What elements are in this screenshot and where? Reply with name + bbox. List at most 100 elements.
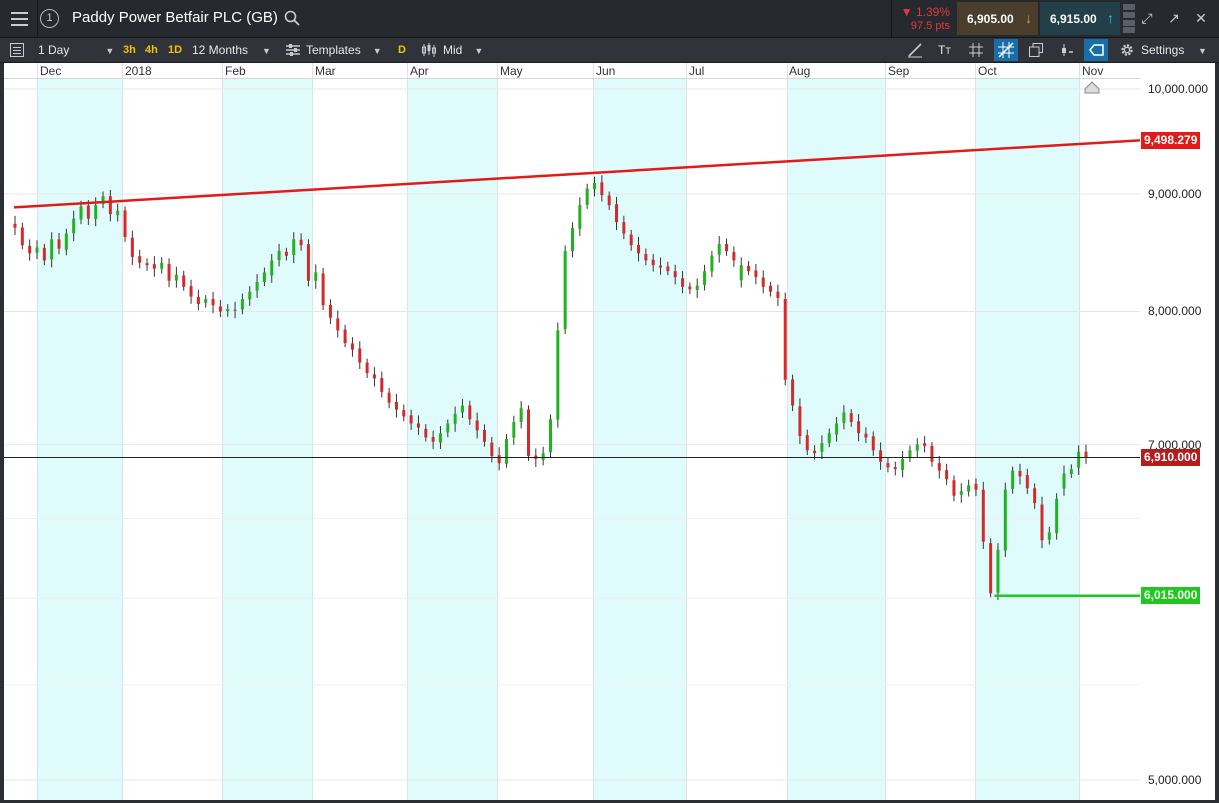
candle-body-down: [813, 450, 817, 454]
price-axis-label: 5,000.000: [1148, 773, 1202, 787]
candle-body-down: [659, 265, 663, 268]
candle: [218, 299, 222, 318]
candle-body-up: [1047, 532, 1051, 540]
month-label-may: May: [500, 64, 523, 78]
candle-body-down: [380, 378, 384, 392]
candle-body-down: [86, 205, 90, 219]
candle-body-up: [717, 244, 721, 255]
panel-number-badge[interactable]: 1: [40, 9, 59, 28]
candle-body-up: [549, 419, 552, 453]
candle-body-down: [497, 455, 501, 464]
candle-body-down: [989, 543, 993, 594]
price-type-select[interactable]: Mid ▼: [443, 38, 483, 62]
candle-body-down: [108, 196, 112, 215]
chart-toolbar: 1 Day ▼ 3h 4h 1D 12 Months ▼ Templates ▼ D …: [0, 38, 1219, 63]
expand-icon[interactable]: ⤢: [1139, 10, 1155, 26]
interval-4h-button[interactable]: 4h: [145, 38, 158, 62]
candle-body-up: [1055, 498, 1059, 534]
candle-body-down: [321, 273, 325, 306]
candle-body-down: [798, 406, 802, 437]
gear-icon[interactable]: [1119, 42, 1135, 58]
candle-body-down: [776, 291, 780, 298]
candle-body-down: [974, 483, 978, 490]
candle: [703, 264, 707, 291]
candle: [893, 461, 897, 476]
current-price-tag: 6,910.000: [1141, 448, 1201, 466]
candle-body-down: [629, 234, 633, 246]
month-shade-aug: [787, 78, 885, 800]
candle: [908, 445, 912, 463]
grid-icon[interactable]: [968, 42, 984, 58]
candle: [306, 239, 310, 287]
candle: [578, 197, 582, 237]
buy-price: 6,915.00: [1050, 12, 1097, 26]
candle: [695, 278, 699, 299]
month-label-feb: Feb: [225, 64, 246, 78]
candle-body-down: [849, 413, 853, 423]
indicator-icon[interactable]: [1059, 42, 1075, 58]
price-axis[interactable]: 10,000.000 9,000.000 8,000.000 7,000.000 5,0…: [1140, 63, 1215, 800]
tag-tool-button[interactable]: [1084, 39, 1108, 61]
month-label-oct: Oct: [978, 64, 997, 78]
chevron-down-icon[interactable]: ▼: [1198, 38, 1207, 62]
candle-body-down: [607, 195, 611, 206]
interval-3h-button[interactable]: 3h: [123, 38, 136, 62]
candle-body-up: [703, 271, 707, 285]
candle: [967, 479, 971, 497]
sell-price-button[interactable]: 6,905.00 ↓: [957, 2, 1038, 35]
list-icon[interactable]: [9, 42, 25, 58]
volume-icon[interactable]: [1123, 4, 1135, 33]
menu-icon[interactable]: [7, 6, 33, 32]
price-chart[interactable]: Dec 2018 Feb Mar Apr May Jun Jul Aug Sep Oct Nov: [4, 63, 1140, 800]
candle: [387, 387, 391, 409]
candle-body-down: [365, 362, 369, 374]
candle: [204, 295, 208, 308]
candle-body-down: [409, 415, 413, 424]
candle: [945, 463, 949, 485]
candle-body-down: [145, 263, 149, 266]
candle-body-up: [292, 239, 296, 256]
d-button[interactable]: D: [398, 38, 406, 62]
candle-body-down: [402, 410, 406, 417]
candle-body-down: [196, 296, 200, 305]
divider: [891, 0, 892, 37]
candle: [160, 257, 164, 274]
close-icon[interactable]: ✕: [1193, 10, 1209, 26]
candle: [167, 258, 171, 288]
templates-menu[interactable]: Templates ▼: [306, 38, 382, 62]
text-tool-icon[interactable]: TT: [938, 38, 951, 62]
candle-body-down: [673, 271, 677, 278]
candle: [343, 324, 347, 348]
candle-body-down: [152, 264, 156, 269]
resistance-price-tag: 9,498.279: [1141, 131, 1201, 149]
interval-select[interactable]: 1 Day ▼: [38, 38, 114, 62]
settings-button[interactable]: Settings: [1141, 38, 1184, 62]
candle-body-down: [651, 259, 655, 266]
trendline-tool-icon[interactable]: [907, 42, 923, 58]
crosshair-grid-button[interactable]: [994, 39, 1018, 61]
range-select[interactable]: 12 Months ▼: [192, 38, 271, 62]
candle-body-up: [270, 260, 274, 276]
candle: [541, 446, 545, 466]
candle-body-down: [211, 299, 215, 306]
candle-body-up: [563, 251, 567, 330]
templates-icon[interactable]: [285, 42, 301, 58]
candle: [549, 414, 552, 458]
candle: [981, 481, 985, 549]
interval-1d-button[interactable]: 1D: [168, 38, 182, 62]
candle-body-down: [20, 227, 24, 246]
popout-icon[interactable]: ↗: [1166, 10, 1182, 26]
candle-body-up: [240, 299, 244, 310]
candle-body-up: [512, 422, 516, 438]
price-axis-label: 9,000.000: [1148, 187, 1202, 202]
month-label-apr: Apr: [410, 64, 429, 78]
search-icon[interactable]: [284, 10, 300, 26]
buy-price-button[interactable]: 6,915.00 ↑: [1040, 2, 1120, 35]
candle-body-down: [615, 204, 619, 223]
candlestick-icon[interactable]: [421, 42, 437, 58]
candle-body-up: [262, 272, 266, 282]
layers-icon[interactable]: [1028, 42, 1044, 58]
candle-body-down: [732, 252, 736, 261]
templates-label: Templates: [306, 43, 361, 57]
candle-body-down: [233, 309, 237, 311]
